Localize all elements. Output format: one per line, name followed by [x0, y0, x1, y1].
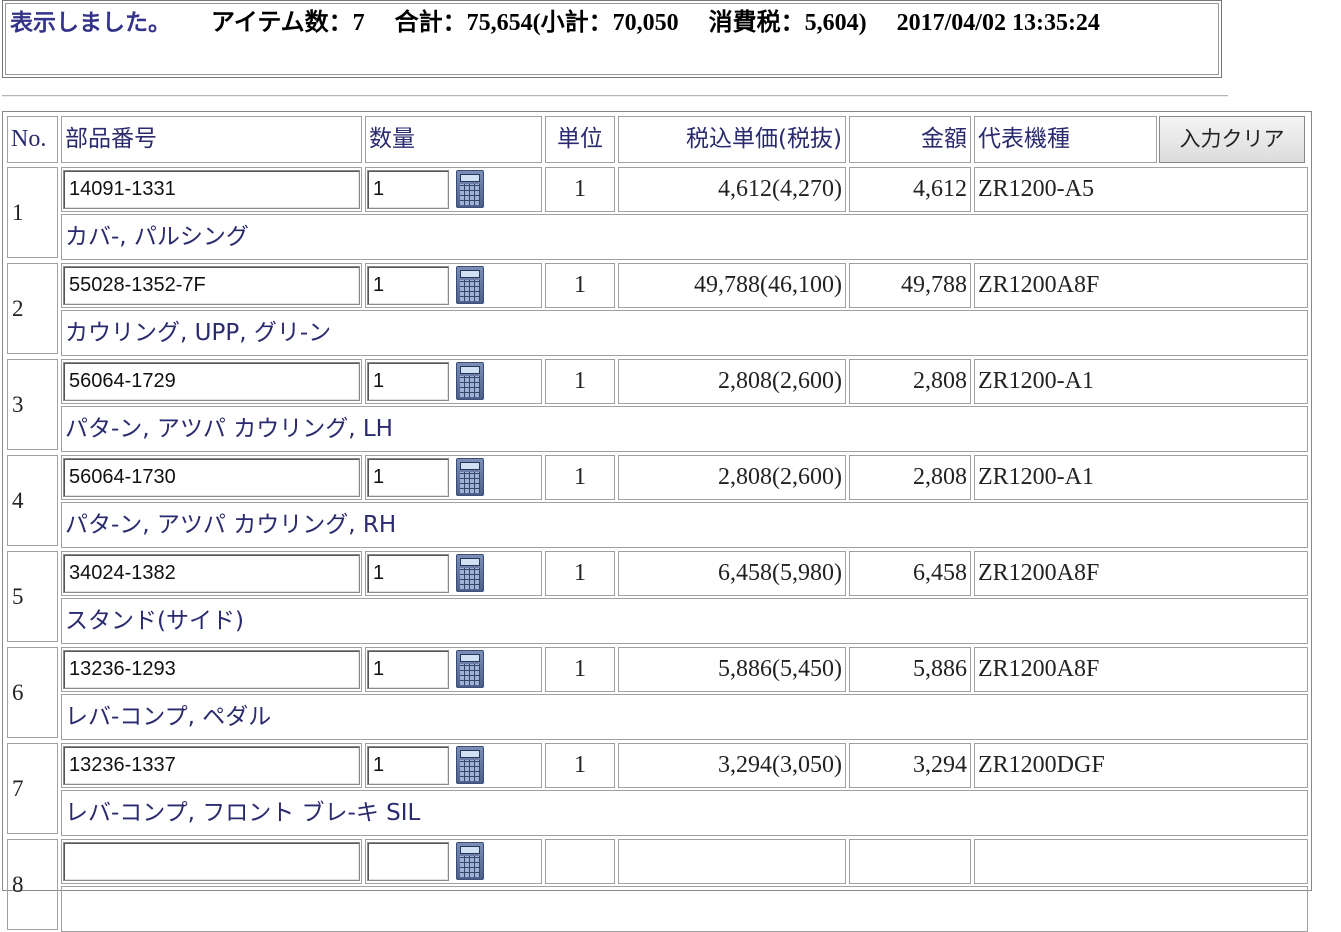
model-cell: ZR1200-A1	[974, 359, 1308, 404]
amount-cell: 2,808	[849, 359, 971, 404]
part-description: パタ-ン, アツパ カウリング, LH	[61, 406, 1308, 452]
part-description: スタンド(サイド)	[61, 598, 1308, 644]
row-number: 8	[7, 839, 58, 930]
status-datetime: 2017/04/02 13:35:24	[896, 10, 1100, 36]
calculator-icon[interactable]	[456, 650, 484, 688]
part-number-input[interactable]: 14091-1331	[63, 170, 360, 209]
unit-cell: 1	[545, 263, 615, 308]
row-number: 2	[7, 263, 58, 354]
unit-cell	[545, 839, 615, 884]
calculator-icon[interactable]	[456, 554, 484, 592]
part-number-input[interactable]: 56064-1729	[63, 362, 360, 401]
unit-price-cell: 6,458(5,980)	[618, 551, 846, 596]
model-cell: ZR1200DGF	[974, 743, 1308, 788]
part-description: カバ-, パルシング	[61, 214, 1308, 260]
quantity-input[interactable]: 1	[367, 170, 449, 209]
status-message: 表示しました。	[10, 10, 171, 36]
model-cell: ZR1200-A1	[974, 455, 1308, 500]
header-amount: 金額	[849, 116, 971, 163]
part-number-input[interactable]: 13236-1293	[63, 650, 360, 689]
part-description: レバ-コンプ, フロント ブレ-キ SIL	[61, 790, 1308, 836]
unit-price-cell: 4,612(4,270)	[618, 167, 846, 212]
calculator-icon[interactable]	[456, 266, 484, 304]
quantity-input[interactable]	[367, 842, 449, 881]
part-description: パタ-ン, アツパ カウリング, RH	[61, 502, 1308, 548]
part-number-input[interactable]: 34024-1382	[63, 554, 360, 593]
calculator-icon[interactable]	[456, 170, 484, 208]
row-number: 6	[7, 647, 58, 738]
model-cell: ZR1200A8F	[974, 551, 1308, 596]
status-panel: 表示しました。 アイテム数：7 合計：75,654(小計：70,050 消費税：5,6…	[2, 0, 1222, 78]
tax-amount: 消費税：5,604)	[708, 10, 867, 36]
row-number: 5	[7, 551, 58, 642]
row-number: 7	[7, 743, 58, 834]
model-cell: ZR1200A8F	[974, 263, 1308, 308]
calculator-icon[interactable]	[456, 362, 484, 400]
quantity-input[interactable]: 1	[367, 554, 449, 593]
row-number: 3	[7, 359, 58, 450]
part-number-input[interactable]: 13236-1337	[63, 746, 360, 785]
clear-input-button[interactable]: 入力クリア	[1159, 116, 1305, 163]
part-description: カウリング, UPP, グリ-ン	[61, 310, 1308, 356]
amount-cell	[849, 839, 971, 884]
quantity-input[interactable]: 1	[367, 746, 449, 785]
model-cell: ZR1200A8F	[974, 647, 1308, 692]
amount-cell: 5,886	[849, 647, 971, 692]
calculator-icon[interactable]	[456, 746, 484, 784]
part-description	[61, 886, 1308, 932]
divider	[2, 95, 1228, 97]
header-unit-price: 税込単価(税抜)	[618, 116, 846, 163]
header-model: 代表機種	[974, 116, 1157, 163]
row-number: 1	[7, 167, 58, 258]
part-number-input[interactable]: 56064-1730	[63, 458, 360, 497]
unit-price-cell: 49,788(46,100)	[618, 263, 846, 308]
unit-cell: 1	[545, 743, 615, 788]
unit-cell: 1	[545, 551, 615, 596]
header-part-number: 部品番号	[61, 116, 362, 163]
unit-price-cell: 2,808(2,600)	[618, 455, 846, 500]
part-number-input[interactable]	[63, 842, 360, 881]
unit-price-cell	[618, 839, 846, 884]
quantity-input[interactable]: 1	[367, 650, 449, 689]
header-quantity: 数量	[365, 116, 542, 163]
calculator-icon[interactable]	[456, 458, 484, 496]
row-number: 4	[7, 455, 58, 546]
unit-cell: 1	[545, 647, 615, 692]
unit-price-cell: 2,808(2,600)	[618, 359, 846, 404]
unit-price-cell: 3,294(3,050)	[618, 743, 846, 788]
header-unit: 単位	[545, 116, 615, 163]
quantity-input[interactable]: 1	[367, 266, 449, 305]
amount-cell: 4,612	[849, 167, 971, 212]
amount-cell: 6,458	[849, 551, 971, 596]
model-cell	[974, 839, 1308, 884]
calculator-icon[interactable]	[456, 842, 484, 880]
status-text: 表示しました。 アイテム数：7 合計：75,654(小計：70,050 消費税：5,6…	[10, 6, 1200, 41]
header-no: No.	[7, 116, 58, 163]
part-description: レバ-コンプ, ペダル	[61, 694, 1308, 740]
amount-cell: 49,788	[849, 263, 971, 308]
unit-cell: 1	[545, 455, 615, 500]
part-number-input[interactable]: 55028-1352-7F	[63, 266, 360, 305]
unit-price-cell: 5,886(5,450)	[618, 647, 846, 692]
amount-cell: 2,808	[849, 455, 971, 500]
amount-cell: 3,294	[849, 743, 971, 788]
item-count: アイテム数：7	[211, 10, 365, 36]
quantity-input[interactable]: 1	[367, 458, 449, 497]
model-cell: ZR1200-A5	[974, 167, 1308, 212]
quantity-input[interactable]: 1	[367, 362, 449, 401]
total-amount: 合計：75,654(小計：70,050	[394, 10, 679, 36]
unit-cell: 1	[545, 167, 615, 212]
unit-cell: 1	[545, 359, 615, 404]
